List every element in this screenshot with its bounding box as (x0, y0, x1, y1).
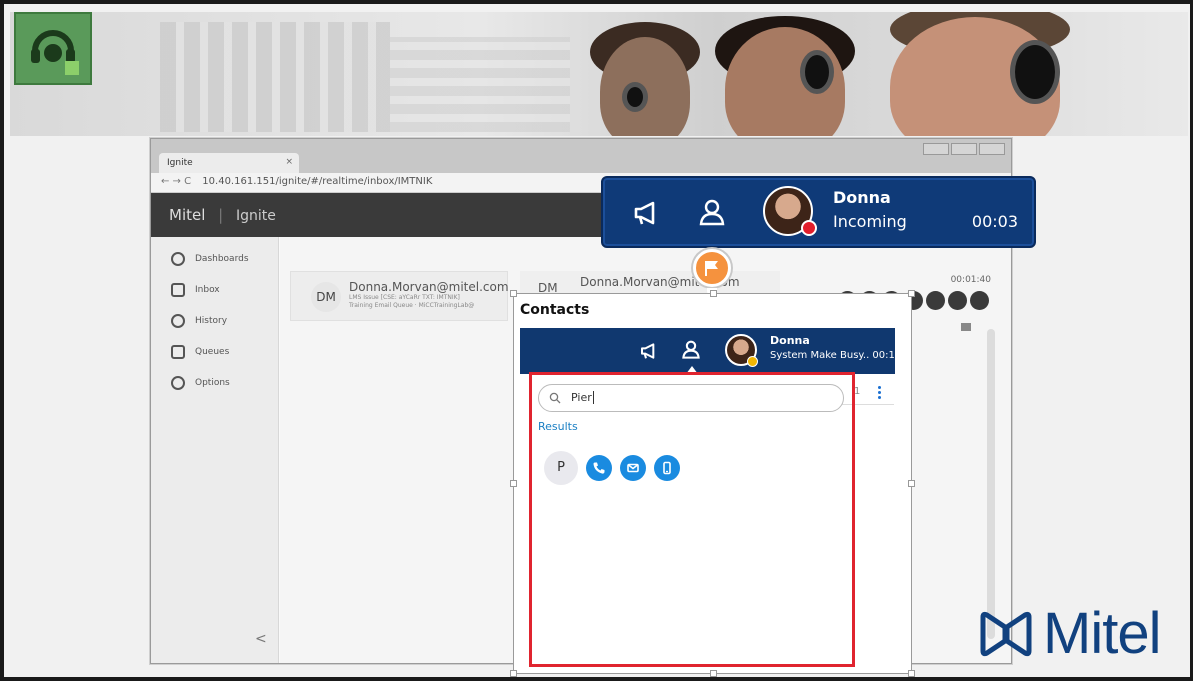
status-indicator (801, 220, 817, 236)
headset-icon (800, 50, 834, 94)
product-name: Ignite (236, 208, 276, 224)
header-separator: | (218, 206, 224, 224)
interaction-timer: 00:01:40 (950, 275, 991, 285)
agent-status: System Make Busy.. 00:13 (770, 350, 902, 361)
browser-tabbar: Ignite × (151, 139, 1011, 173)
call-notification-bar: Donna Incoming 00:03 (601, 176, 1036, 248)
resize-handle[interactable] (908, 480, 915, 487)
megaphone-icon[interactable] (640, 342, 660, 360)
contacts-panel-toolbar: Donna System Make Busy.. 00:13 (520, 328, 901, 374)
highlight-box (529, 372, 855, 667)
headset-icon (31, 29, 79, 75)
contacts-icon[interactable] (699, 198, 725, 228)
flag-pin-button[interactable] (693, 249, 731, 287)
action-button[interactable] (948, 291, 967, 310)
inbox-item-email: Donna.Morvan@mitel.com (349, 280, 509, 294)
call-timer: 00:03 (971, 212, 1018, 231)
sidebar-item-queues[interactable]: Queues (151, 336, 278, 367)
browser-nav-icons[interactable]: ← → C (161, 176, 191, 187)
headset-icon (1010, 40, 1060, 104)
resize-handle[interactable] (908, 290, 915, 297)
clock-icon (171, 313, 185, 328)
inbox-item-subject: LMS Issue [CSE: aYCaRr TXT: IMTNIK] (349, 294, 460, 301)
action-button[interactable] (970, 291, 989, 310)
sidebar-item-label: Queues (195, 346, 230, 357)
megaphone-icon[interactable] (633, 200, 663, 226)
scrollbar[interactable] (987, 329, 995, 639)
status-indicator (747, 356, 758, 367)
banner-building-2 (390, 37, 570, 132)
more-options-icon[interactable] (878, 386, 882, 400)
action-button[interactable] (926, 291, 945, 310)
sidebar-item-options[interactable]: Options (151, 367, 278, 398)
sidebar-collapse-icon[interactable]: < (255, 631, 267, 647)
headset-icon (622, 82, 648, 112)
inbox-item-details: LMS Issue [CSE: aYCaRr TXT: IMTNIK] Trai… (349, 294, 474, 310)
inbox-item[interactable]: DM Donna.Morvan@mitel.com LMS Issue [CSE… (290, 271, 509, 321)
tab-label: Ignite (167, 158, 193, 168)
mitel-brand-logo: Mitel (979, 600, 1161, 667)
tab-close-icon[interactable]: × (285, 157, 293, 167)
headset-logo-tile (14, 12, 92, 85)
call-status: Incoming (833, 212, 907, 231)
queue-icon (171, 344, 185, 359)
dashboard-icon (171, 251, 185, 266)
sidebar-item-label: Dashboards (195, 253, 249, 264)
sidebar: Dashboards Inbox History Queues Options … (151, 237, 279, 663)
brand-text: Mitel (1043, 601, 1161, 666)
caller-name: Donna (833, 188, 891, 207)
sidebar-item-label: History (195, 315, 228, 326)
panel-title: Contacts (520, 302, 590, 318)
sidebar-item-label: Inbox (195, 284, 220, 295)
window-minimize-button[interactable] (923, 143, 949, 155)
mitel-logo-text: Mitel (169, 206, 206, 224)
avatar: DM (311, 282, 341, 312)
agent-name: Donna (770, 334, 810, 347)
sidebar-item-label: Options (195, 377, 230, 388)
resize-handle[interactable] (710, 670, 717, 677)
mitel-logo-icon (980, 611, 1032, 656)
resize-handle[interactable] (710, 290, 717, 297)
resize-handle[interactable] (908, 670, 915, 677)
sidebar-item-dashboards[interactable]: Dashboards (151, 243, 278, 274)
inbox-item-queue: Training Email Queue · MiCCTrainingLab@ (349, 302, 475, 309)
monitor-icon (961, 323, 971, 331)
resize-handle[interactable] (510, 290, 517, 297)
window-close-button[interactable] (979, 143, 1005, 155)
contacts-icon[interactable] (682, 339, 700, 361)
banner-building (160, 22, 390, 132)
header-banner (10, 12, 1188, 136)
inbox-icon (171, 282, 185, 297)
url-text[interactable]: 10.40.161.151/ignite/#/realtime/inbox/IM… (202, 176, 432, 187)
sidebar-item-inbox[interactable]: Inbox (151, 274, 278, 305)
resize-handle[interactable] (510, 670, 517, 677)
browser-tab[interactable]: Ignite × (159, 153, 299, 173)
sidebar-item-history[interactable]: History (151, 305, 278, 336)
window-controls (923, 143, 1005, 155)
flag-icon (705, 261, 718, 276)
window-maximize-button[interactable] (951, 143, 977, 155)
gear-icon (171, 375, 185, 390)
resize-handle[interactable] (510, 480, 517, 487)
screenshot-frame: Ignite × ← → C 10.40.161.151/ignite/#/re… (0, 0, 1193, 681)
